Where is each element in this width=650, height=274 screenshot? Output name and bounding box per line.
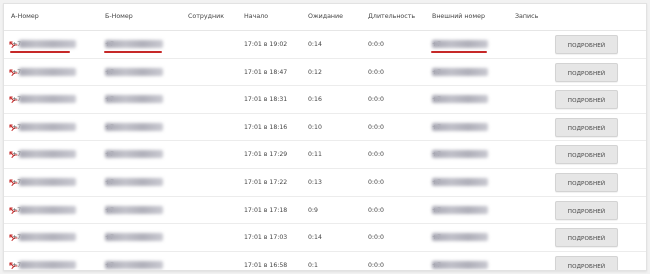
wait-time: 0:10 xyxy=(308,123,322,131)
col-wait[interactable]: Ожидание xyxy=(308,13,343,20)
b-number-redacted[interactable] xyxy=(105,205,163,214)
details-button[interactable]: ПОДРОБНЕЙ xyxy=(555,255,618,270)
external-number-redacted[interactable] xyxy=(432,67,488,76)
b-number-redacted[interactable] xyxy=(105,150,163,159)
start-time: 17:01 в 17:22 xyxy=(244,178,288,186)
col-duration[interactable]: Длительность xyxy=(368,13,415,20)
table-row: +7+717:01 в 17:030:140:0:0+7ПОДРОБНЕЙ xyxy=(4,224,646,252)
table-row: +7+717:01 в 18:310:160:0:0+7ПОДРОБНЕЙ xyxy=(4,86,646,114)
a-number-redacted[interactable] xyxy=(19,205,76,214)
table-row: +7+717:01 в 18:160:100:0:0+7ПОДРОБНЕЙ xyxy=(4,114,646,142)
wait-time: 0:1 xyxy=(308,261,318,269)
table-row: +7+717:01 в 17:180:90:0:0+7ПОДРОБНЕЙ xyxy=(4,197,646,225)
wait-time: 0:14 xyxy=(308,234,322,242)
b-number-redacted[interactable] xyxy=(105,67,163,76)
a-number-underline xyxy=(10,51,70,53)
duration-time: 0:0:0 xyxy=(368,151,384,159)
external-number-redacted[interactable] xyxy=(432,233,488,242)
start-time: 17:01 в 17:18 xyxy=(244,206,288,214)
external-number-redacted[interactable] xyxy=(432,40,488,48)
a-number-redacted[interactable] xyxy=(19,260,76,269)
start-time: 17:01 в 19:02 xyxy=(244,41,288,48)
table-row: +7+717:01 в 18:470:120:0:0+7ПОДРОБНЕЙ xyxy=(4,59,646,87)
details-button[interactable]: ПОДРОБНЕЙ xyxy=(555,145,618,165)
details-button[interactable]: ПОДРОБНЕЙ xyxy=(555,172,618,192)
col-external-number[interactable]: Внешний номер xyxy=(432,13,485,20)
details-button[interactable]: ПОДРОБНЕЙ xyxy=(555,200,618,220)
details-button[interactable]: ПОДРОБНЕЙ xyxy=(555,117,618,137)
wait-time: 0:14 xyxy=(308,41,322,48)
table-body: +7+717:01 в 19:020:140:0:0+7ПОДРОБНЕЙ+7+… xyxy=(4,31,646,270)
a-number-redacted[interactable] xyxy=(19,177,76,186)
b-number-redacted[interactable] xyxy=(105,260,163,269)
wait-time: 0:12 xyxy=(308,68,322,76)
col-record[interactable]: Запись xyxy=(515,13,538,20)
wait-time: 0:13 xyxy=(308,178,322,186)
external-number-redacted[interactable] xyxy=(432,150,488,159)
duration-time: 0:0:0 xyxy=(368,206,384,214)
details-button[interactable]: ПОДРОБНЕЙ xyxy=(555,62,618,82)
col-start[interactable]: Начало xyxy=(244,13,268,20)
table-row: +7+717:01 в 17:220:130:0:0+7ПОДРОБНЕЙ xyxy=(4,169,646,197)
col-a-number[interactable]: А-Номер xyxy=(11,13,39,20)
duration-time: 0:0:0 xyxy=(368,261,384,269)
duration-time: 0:0:0 xyxy=(368,41,384,48)
col-b-number[interactable]: Б-Номер xyxy=(105,13,133,20)
b-number-redacted[interactable] xyxy=(105,177,163,186)
duration-time: 0:0:0 xyxy=(368,68,384,76)
wait-time: 0:9 xyxy=(308,206,318,214)
details-button[interactable]: ПОДРОБНЕЙ xyxy=(555,90,618,110)
b-number-redacted[interactable] xyxy=(105,95,163,104)
duration-time: 0:0:0 xyxy=(368,234,384,242)
table-row: +7+717:01 в 16:580:10:0:0+7ПОДРОБНЕЙ xyxy=(4,252,646,270)
start-time: 17:01 в 16:58 xyxy=(244,261,288,269)
col-employee[interactable]: Сотрудник xyxy=(188,13,224,20)
start-time: 17:01 в 17:03 xyxy=(244,234,288,242)
wait-time: 0:16 xyxy=(308,96,322,104)
table-row: +7+717:01 в 17:290:110:0:0+7ПОДРОБНЕЙ xyxy=(4,141,646,169)
a-number-redacted[interactable] xyxy=(19,233,76,242)
external-number-redacted[interactable] xyxy=(432,122,488,131)
a-number-redacted[interactable] xyxy=(19,95,76,104)
calls-table: А-Номер Б-Номер Сотрудник Начало Ожидани… xyxy=(3,3,647,271)
start-time: 17:01 в 18:31 xyxy=(244,96,288,104)
a-number-redacted[interactable] xyxy=(19,150,76,159)
external-number-redacted[interactable] xyxy=(432,260,488,269)
duration-time: 0:0:0 xyxy=(368,123,384,131)
details-button[interactable]: ПОДРОБНЕЙ xyxy=(555,35,618,54)
duration-time: 0:0:0 xyxy=(368,178,384,186)
external-number-underline xyxy=(431,51,487,53)
b-number-redacted[interactable] xyxy=(105,40,163,48)
duration-time: 0:0:0 xyxy=(368,96,384,104)
a-number-redacted[interactable] xyxy=(19,40,76,48)
b-number-redacted[interactable] xyxy=(105,233,163,242)
a-number-redacted[interactable] xyxy=(19,122,76,131)
start-time: 17:01 в 17:29 xyxy=(244,151,288,159)
details-button[interactable]: ПОДРОБНЕЙ xyxy=(555,228,618,248)
external-number-redacted[interactable] xyxy=(432,177,488,186)
a-number-redacted[interactable] xyxy=(19,67,76,76)
external-number-redacted[interactable] xyxy=(432,205,488,214)
start-time: 17:01 в 18:16 xyxy=(244,123,288,131)
b-number-redacted[interactable] xyxy=(105,122,163,131)
table-header: А-Номер Б-Номер Сотрудник Начало Ожидани… xyxy=(4,4,646,31)
wait-time: 0:11 xyxy=(308,151,322,159)
start-time: 17:01 в 18:47 xyxy=(244,68,288,76)
external-number-redacted[interactable] xyxy=(432,95,488,104)
b-number-underline xyxy=(104,51,162,53)
table-row: +7+717:01 в 19:020:140:0:0+7ПОДРОБНЕЙ xyxy=(4,31,646,59)
